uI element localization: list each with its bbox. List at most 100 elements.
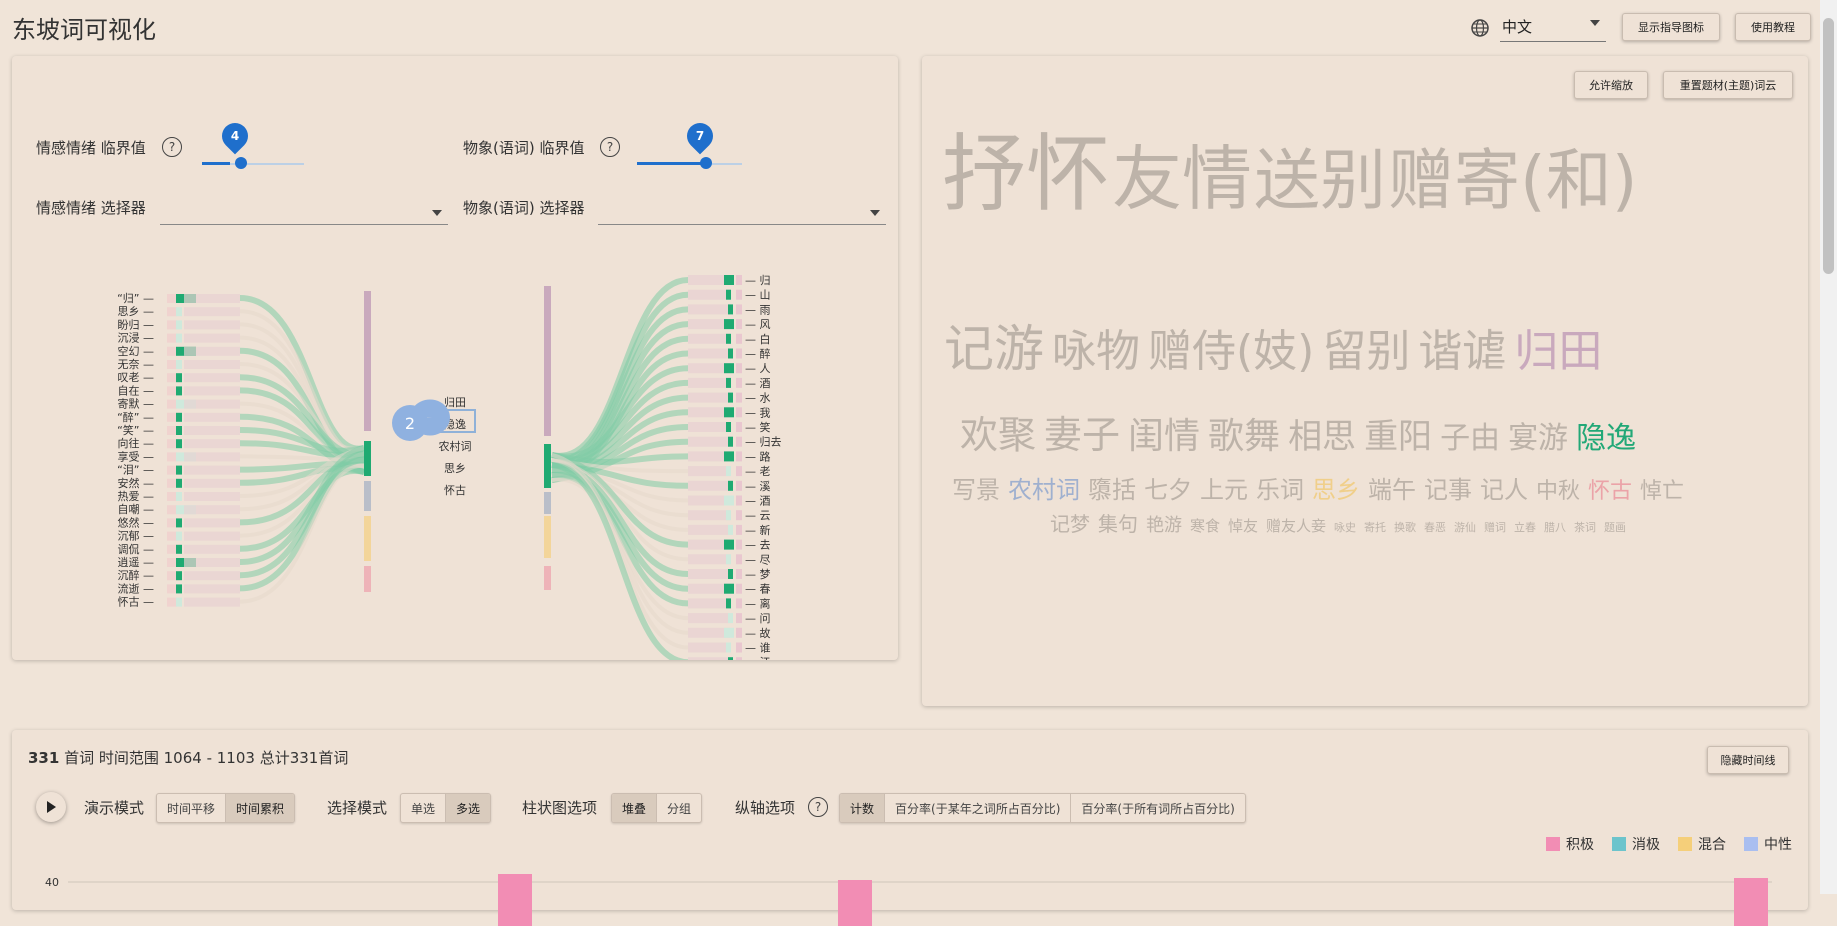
select-mode-option[interactable]: 单选 — [401, 794, 447, 822]
word-cloud-word[interactable]: 立春 — [1514, 522, 1536, 533]
object-label[interactable]: — 溪 — [745, 480, 771, 493]
help-icon[interactable]: ? — [808, 797, 828, 817]
word-cloud-word[interactable]: 隐逸 — [1576, 424, 1636, 454]
object-label[interactable]: — 离 — [745, 596, 771, 610]
show-guide-button[interactable]: 显示指导图标 — [1622, 13, 1720, 41]
slider-thumb[interactable] — [235, 157, 247, 169]
emotion-label[interactable]: 无奈 — — [118, 357, 155, 371]
emotion-label[interactable]: 享受 — — [118, 449, 155, 463]
timeline-bar[interactable] — [498, 874, 532, 926]
emotion-label[interactable]: 沉郁 — — [118, 529, 155, 543]
word-cloud-word[interactable]: 中秋 — [1536, 481, 1580, 503]
word-cloud-word[interactable]: 赠词 — [1484, 522, 1506, 533]
word-cloud-word[interactable]: 隳括 — [1088, 478, 1136, 502]
word-cloud-word[interactable]: 腊八 — [1544, 522, 1566, 533]
word-cloud-word[interactable]: 乐词 — [1256, 478, 1304, 502]
word-cloud-word[interactable]: 记游 — [944, 324, 1044, 374]
emotion-label[interactable]: 怀古 — — [118, 596, 155, 609]
theme-node[interactable] — [544, 516, 551, 558]
object-label[interactable]: — 我 — [745, 406, 771, 419]
word-cloud-word[interactable]: 题画 — [1604, 522, 1626, 533]
object-label[interactable]: — 风 — [745, 318, 771, 331]
timeline-bar[interactable] — [1734, 878, 1768, 926]
theme-node[interactable] — [544, 286, 551, 436]
object-label[interactable]: — 故 — [745, 626, 771, 640]
object-label[interactable]: — 白 — [745, 332, 771, 346]
help-icon[interactable]: ? — [162, 137, 182, 157]
object-label[interactable]: — 去 — [745, 539, 771, 552]
word-cloud-word[interactable]: 赠友人妾 — [1266, 519, 1326, 534]
object-label[interactable]: — 笑 — [745, 420, 771, 434]
legend-item[interactable]: 消极 — [1612, 834, 1660, 854]
object-label[interactable]: — 老 — [745, 465, 771, 478]
emotion-label[interactable]: 悠然 — — [118, 515, 155, 529]
scroll-thumb[interactable] — [1823, 18, 1834, 274]
object-label[interactable]: — 路 — [745, 450, 771, 463]
emotion-label[interactable]: “泪” — — [117, 464, 154, 477]
word-cloud-word[interactable]: 茶词 — [1574, 522, 1596, 533]
object-label[interactable]: — 人 — [745, 362, 771, 375]
word-cloud-word[interactable]: 悼亡 — [1640, 481, 1684, 503]
object-label[interactable]: — 酒 — [745, 377, 771, 390]
word-cloud-word[interactable]: 记梦 — [1050, 514, 1090, 534]
word-cloud-word[interactable]: 相思 — [1288, 420, 1356, 454]
word-cloud-word[interactable]: 上元 — [1200, 478, 1248, 502]
word-cloud-word[interactable]: 抒怀 — [942, 132, 1110, 216]
theme-node[interactable] — [364, 566, 371, 592]
word-cloud-word[interactable]: 游仙 — [1454, 522, 1476, 533]
object-label[interactable]: — 山 — [745, 289, 771, 302]
theme-label[interactable]: 归田 — [444, 395, 466, 409]
theme-node[interactable] — [544, 492, 551, 514]
help-icon[interactable]: ? — [600, 137, 620, 157]
word-cloud-word[interactable]: 写景 — [952, 478, 1000, 502]
emotion-selector-dropdown[interactable] — [160, 198, 448, 225]
play-button[interactable] — [36, 792, 66, 822]
bar-option[interactable]: 分组 — [657, 794, 701, 822]
hide-timeline-button[interactable]: 隐藏时间线 — [1707, 746, 1789, 774]
word-cloud-word[interactable]: 寄托 — [1364, 522, 1386, 533]
theme-label[interactable]: 农村词 — [439, 439, 472, 453]
page-scrollbar[interactable] — [1820, 0, 1837, 894]
word-cloud-word[interactable]: 记人 — [1480, 478, 1528, 502]
object-label[interactable]: — 春 — [745, 583, 771, 596]
word-cloud-word[interactable]: 重阳 — [1364, 420, 1432, 454]
word-cloud-word[interactable]: 农村词 — [1008, 478, 1080, 502]
emotion-label[interactable]: 寄默 — — [118, 397, 155, 411]
theme-node[interactable] — [364, 441, 371, 476]
legend-item[interactable]: 积极 — [1546, 834, 1594, 854]
object-label[interactable]: — 酒 — [745, 495, 771, 508]
emotion-label[interactable]: 自在 — — [118, 384, 155, 397]
language-select[interactable]: 中文 — [1500, 14, 1606, 42]
emotion-label[interactable]: “醉” — — [117, 410, 154, 424]
emotion-label[interactable]: 思乡 — — [118, 305, 155, 318]
slider-thumb[interactable] — [700, 157, 712, 169]
word-cloud-word[interactable]: 咏物 — [1052, 330, 1140, 374]
word-cloud-word[interactable]: 欢聚 — [960, 416, 1036, 454]
emotion-label[interactable]: 沉醉 — — [118, 568, 155, 582]
theme-node[interactable] — [544, 566, 551, 590]
bar-option[interactable]: 堆叠 — [612, 794, 658, 822]
object-label[interactable]: — 水 — [745, 392, 771, 405]
word-cloud-word[interactable]: 闺情 — [1128, 419, 1200, 455]
word-cloud-word[interactable]: 春恶 — [1424, 522, 1446, 533]
word-cloud-word[interactable]: 友情 — [1112, 144, 1252, 214]
word-cloud-word[interactable]: 宴游 — [1508, 424, 1568, 454]
theme-node[interactable] — [364, 481, 371, 511]
object-label[interactable]: — 江 — [745, 656, 771, 660]
timeline-bar[interactable] — [838, 880, 872, 926]
y-option[interactable]: 百分率(于所有词所占百分比) — [1071, 794, 1244, 822]
object-label[interactable]: — 雨 — [745, 303, 771, 316]
emotion-label[interactable]: 自嘲 — — [118, 503, 155, 516]
object-label[interactable]: — 归去 — [745, 435, 782, 449]
object-label[interactable]: — 尽 — [745, 553, 771, 566]
word-cloud-word[interactable]: 咏史 — [1334, 522, 1356, 533]
reset-wordcloud-button[interactable]: 重置题材(主题)词云 — [1663, 71, 1793, 99]
word-cloud-word[interactable]: 思乡 — [1312, 478, 1360, 502]
word-cloud-word[interactable]: 留别 — [1322, 330, 1410, 374]
demo-mode-option[interactable]: 时间平移 — [157, 794, 227, 822]
word-cloud-word[interactable]: 记事 — [1424, 478, 1472, 502]
object-label[interactable]: — 梦 — [745, 568, 771, 581]
word-cloud-word[interactable]: 七夕 — [1144, 478, 1192, 502]
word-cloud-word[interactable]: 寒食 — [1190, 519, 1220, 534]
emotion-label[interactable]: 向往 — — [118, 436, 155, 450]
